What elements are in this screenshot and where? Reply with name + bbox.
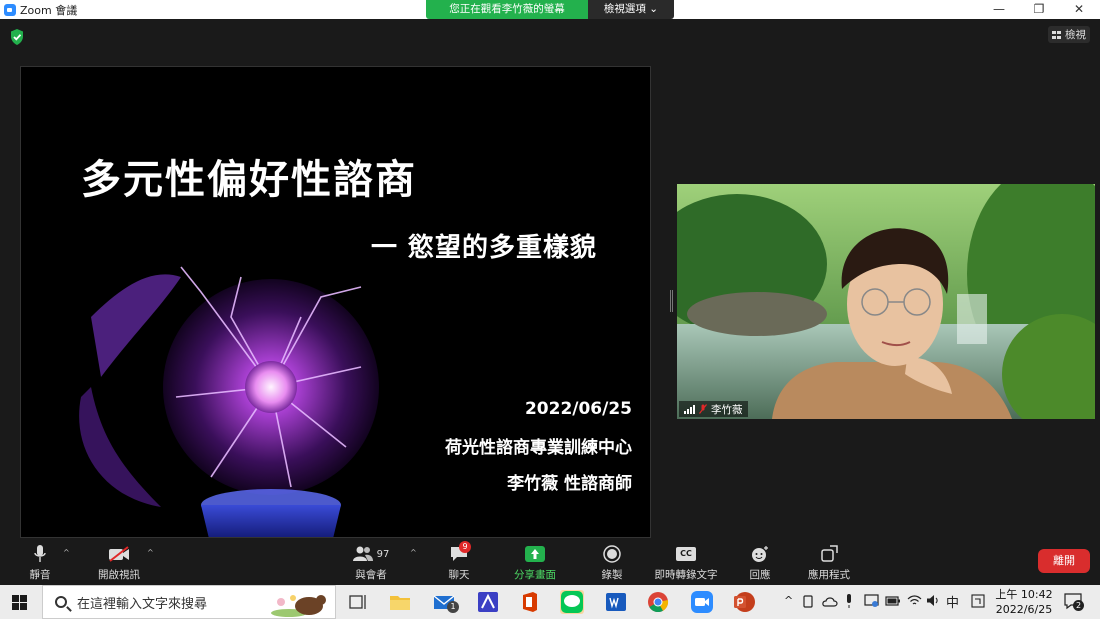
share-screen-button[interactable]: 分享畫面 [510, 544, 560, 582]
search-icon [55, 596, 67, 608]
video-options-caret[interactable]: ^ [147, 548, 154, 557]
view-options-label: 檢視選項 [603, 3, 646, 15]
chat-button[interactable]: 9 聊天 [444, 541, 474, 582]
mute-label: 靜音 [29, 569, 51, 581]
onedrive-cloud-icon[interactable] [822, 596, 838, 607]
slide-organization: 荷光性諮商專業訓練中心 [445, 438, 632, 458]
meeting-toolbar: 靜音 ^ 開啟視訊 ^ 97 與會者 ^ 9 聊天 分享畫面 錄製 CC 即時轉… [0, 540, 1100, 585]
video-feed-image [677, 184, 1095, 419]
participants-count: 97 [376, 548, 390, 560]
file-explorer-icon[interactable] [388, 590, 412, 614]
volume-icon[interactable] [926, 594, 940, 607]
zoom-logo-icon [4, 4, 16, 16]
mail-app-button[interactable]: 1 [432, 590, 459, 614]
screen-share-banner: 您正在觀看李竹薇的螢幕 檢視選項 ⌄ [426, 0, 674, 19]
search-highlight-illustration [271, 595, 326, 617]
slide-date: 2022/06/25 [524, 399, 632, 419]
apps-label: 應用程式 [808, 569, 850, 581]
office-icon[interactable] [518, 590, 542, 614]
windows-start-icon[interactable] [12, 595, 27, 610]
record-icon [603, 545, 621, 563]
apps-button[interactable]: 應用程式 [804, 544, 854, 582]
minimize-button[interactable]: — [982, 0, 1016, 19]
share-screen-icon [525, 546, 545, 562]
participant-video-tile[interactable]: 李竹薇 [677, 184, 1095, 419]
windows-taskbar: 在這裡輸入文字來搜尋 1 ^ 中 上午 10:42 2022/6/25 2 [0, 585, 1100, 619]
notification-count-badge: 2 [1073, 600, 1084, 611]
restore-button[interactable]: ❐ [1022, 0, 1056, 19]
kanban-icon[interactable] [476, 590, 500, 614]
taskbar-search-box[interactable]: 在這裡輸入文字來搜尋 [42, 585, 336, 619]
view-button[interactable]: 檢視 [1048, 26, 1090, 43]
zoom-icon[interactable] [690, 590, 714, 614]
participant-name-tag: 李竹薇 [679, 401, 748, 417]
system-clock[interactable]: 上午 10:42 2022/6/25 [994, 587, 1054, 617]
video-off-icon [109, 546, 129, 562]
audio-options-caret[interactable]: ^ [63, 548, 70, 557]
phone-link-icon[interactable] [802, 595, 814, 608]
participant-name: 李竹薇 [711, 403, 743, 416]
chrome-icon[interactable] [646, 590, 670, 614]
live-transcript-button[interactable]: CC 即時轉錄文字 [650, 544, 722, 582]
clock-date: 2022/6/25 [995, 603, 1053, 616]
view-button-label: 檢視 [1065, 29, 1086, 41]
line-icon[interactable] [560, 590, 584, 614]
reactions-button[interactable]: 回應 [744, 544, 776, 582]
shared-screen-slide: 多元性偏好性諮商 一 慾望的多重樣貌 2022/06/25 荷光性諮商專業訓練中… [20, 66, 651, 538]
task-view-icon[interactable] [346, 590, 370, 614]
participants-options-caret[interactable]: ^ [410, 548, 417, 557]
notification-center-button[interactable]: 2 [1064, 592, 1084, 611]
chat-label: 聊天 [448, 569, 470, 581]
slide-presenter: 李竹薇 性諮商師 [507, 474, 632, 494]
search-placeholder: 在這裡輸入文字來搜尋 [77, 596, 208, 612]
app-title-group: Zoom 會議 [4, 2, 77, 18]
ime-indicator[interactable]: 中 [946, 592, 959, 611]
closed-caption-icon: CC [676, 547, 696, 561]
reactions-label: 回應 [749, 569, 771, 581]
viewing-screen-text: 您正在觀看李竹薇的螢幕 [426, 0, 588, 19]
share-screen-label: 分享畫面 [514, 569, 556, 581]
window-titlebar: Zoom 會議 您正在觀看李竹薇的螢幕 檢視選項 ⌄ — ❐ ✕ [0, 0, 1100, 19]
tray-expand-caret[interactable]: ^ [784, 594, 793, 607]
slide-subtitle: 一 慾望的多重樣貌 [371, 233, 598, 263]
word-icon[interactable] [604, 590, 628, 614]
mail-badge: 1 [447, 601, 459, 613]
powerpoint-icon[interactable] [732, 590, 756, 614]
participants-icon [352, 546, 373, 561]
display-tray-icon[interactable] [864, 594, 879, 608]
participants-button[interactable]: 97 與會者 [348, 544, 394, 582]
chevron-down-icon: ⌄ [649, 3, 659, 15]
mute-button[interactable]: 靜音 [22, 544, 58, 582]
microphone-tray-icon[interactable] [845, 594, 853, 609]
wifi-icon[interactable] [907, 594, 922, 607]
panel-resize-handle[interactable] [670, 290, 673, 312]
clock-time: 上午 10:42 [995, 588, 1053, 601]
record-label: 錄製 [601, 569, 623, 581]
apps-icon [821, 545, 838, 562]
record-button[interactable]: 錄製 [596, 544, 628, 582]
emoji-reaction-icon [752, 546, 768, 562]
video-label: 開啟視訊 [98, 569, 140, 581]
muted-mic-icon [699, 404, 707, 414]
plasma-ball-image [79, 266, 379, 537]
battery-icon[interactable] [885, 595, 901, 607]
leave-meeting-button[interactable]: 離開 [1038, 549, 1090, 573]
signal-strength-icon [684, 404, 695, 414]
start-video-button[interactable]: 開啟視訊 [94, 544, 144, 582]
shield-check-icon[interactable] [10, 29, 24, 45]
ime-mode-icon[interactable] [971, 594, 985, 608]
participants-label: 與會者 [355, 569, 387, 581]
live-transcript-label: 即時轉錄文字 [654, 569, 718, 581]
slide-title: 多元性偏好性諮商 [81, 157, 417, 203]
app-title: Zoom 會議 [20, 4, 78, 17]
grid-view-icon [1052, 30, 1061, 39]
microphone-icon [34, 545, 46, 562]
close-button[interactable]: ✕ [1062, 0, 1096, 19]
view-options-button[interactable]: 檢視選項 ⌄ [588, 0, 674, 19]
chat-unread-badge: 9 [459, 541, 471, 553]
